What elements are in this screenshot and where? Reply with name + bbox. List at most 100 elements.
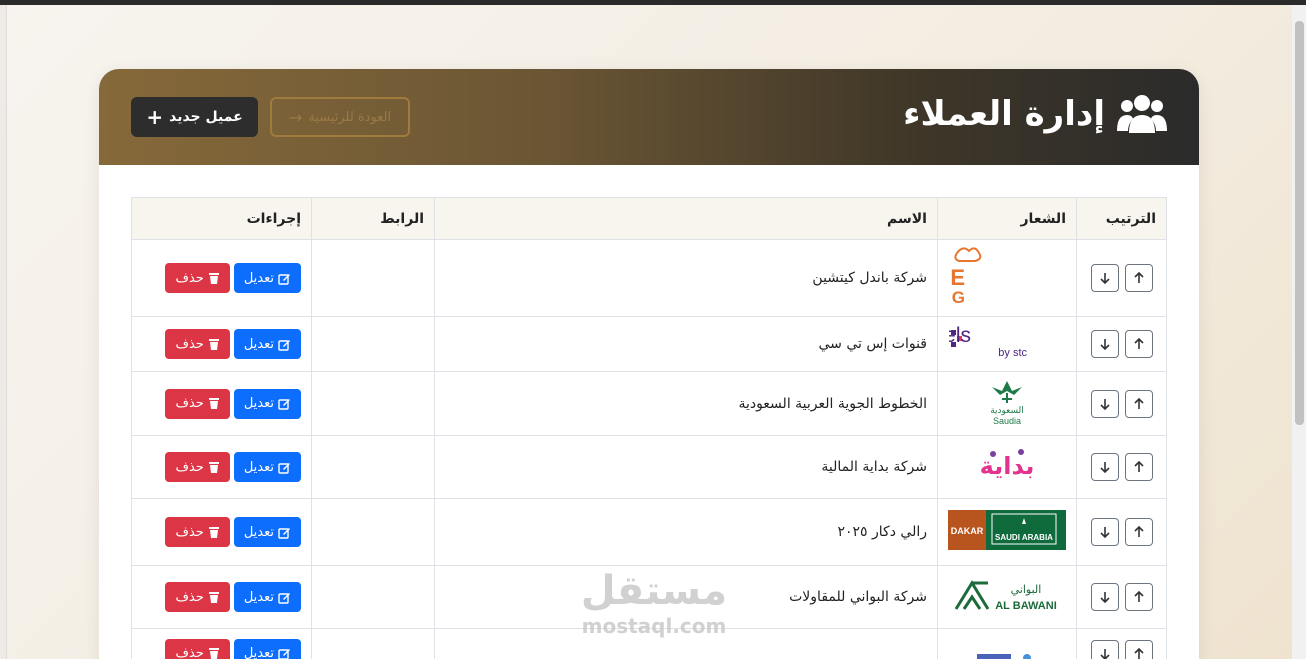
edit-button[interactable]: تعديل xyxy=(233,263,301,293)
delete-button[interactable]: حذف xyxy=(165,329,230,359)
logo-cell: بداية xyxy=(937,435,1077,499)
mostaql-watermark: مستقل mostaql.com xyxy=(574,568,734,638)
actions-cell: تعديل حذف xyxy=(131,371,312,436)
partial-logo xyxy=(967,650,1047,659)
edit-label: تعديل xyxy=(243,646,274,659)
move-down-button[interactable] xyxy=(1090,583,1119,611)
users-icon xyxy=(1117,95,1167,133)
move-up-button[interactable] xyxy=(1124,583,1153,611)
client-name-cell: شركة باندل كيتشين xyxy=(434,239,938,317)
channels-stc-logo: channels by stc xyxy=(887,324,1065,364)
edit-icon xyxy=(278,527,290,539)
back-home-button[interactable]: العودة للرئيسية → xyxy=(270,97,410,137)
edit-label: تعديل xyxy=(243,336,274,352)
edit-button[interactable]: تعديل xyxy=(233,517,301,547)
arrow-right-icon: → xyxy=(288,107,303,127)
delete-label: حذف xyxy=(175,646,204,659)
delete-button[interactable]: حذف xyxy=(165,638,230,659)
move-up-button[interactable] xyxy=(1124,453,1153,481)
column-header-link: الرابط xyxy=(311,197,435,240)
delete-label: حذف xyxy=(175,336,204,352)
delete-button[interactable]: حذف xyxy=(165,263,230,293)
arrow-up-icon xyxy=(1133,647,1144,659)
move-up-button[interactable] xyxy=(1124,639,1153,659)
logo-cell: channels by stc xyxy=(887,316,1077,372)
watermark-latin: mostaql.com xyxy=(581,614,727,638)
edit-button[interactable]: تعديل xyxy=(233,582,301,612)
move-up-button[interactable] xyxy=(1124,389,1153,418)
edit-button[interactable]: تعديل xyxy=(233,452,301,482)
trash-icon xyxy=(208,591,219,603)
client-name-cell: قنوات إس تي سي xyxy=(434,316,938,372)
client-link-cell xyxy=(311,628,435,659)
table-row: السعودية Saudia الخطوط الجوية العربية السع… xyxy=(131,371,1167,436)
trash-icon xyxy=(208,338,219,350)
watermark-arabic: مستقل xyxy=(580,568,728,614)
arrow-down-icon xyxy=(1099,273,1110,285)
arrow-down-icon xyxy=(1099,527,1110,539)
bundle-catering-logo: BUNDLECATERING xyxy=(873,247,1063,311)
delete-label: حذف xyxy=(175,459,204,475)
client-link-cell xyxy=(311,239,435,317)
saudia-logo: السعودية Saudia xyxy=(982,380,1032,431)
delete-button[interactable]: حذف xyxy=(165,452,230,482)
order-cell xyxy=(1076,435,1167,499)
svg-text:by stc: by stc xyxy=(998,347,1027,359)
edit-label: تعديل xyxy=(243,589,274,605)
delete-button[interactable]: حذف xyxy=(165,517,230,547)
trash-icon xyxy=(208,272,219,284)
client-link-cell xyxy=(311,498,435,566)
column-header-logo: الشعار xyxy=(937,197,1077,240)
edit-icon xyxy=(278,592,290,604)
move-down-button[interactable] xyxy=(1090,330,1119,358)
edit-icon xyxy=(278,273,290,285)
logo-cell xyxy=(937,628,1077,659)
logo-cell: السعودية Saudia xyxy=(937,371,1077,436)
order-cell xyxy=(1076,565,1167,629)
svg-text:بداية: بداية xyxy=(981,452,1033,480)
page-title: إدارة العملاء xyxy=(903,94,1105,134)
dakar-saudi-logo: DAKAR SAUDI ARABIA xyxy=(948,510,1066,554)
move-down-button[interactable] xyxy=(1090,518,1119,546)
delete-label: حذف xyxy=(175,589,204,605)
client-link-cell xyxy=(311,565,435,629)
client-name-cell: رالي دكار ٢٠٢٥ xyxy=(434,498,938,566)
delete-button[interactable]: حذف xyxy=(165,388,230,419)
actions-cell: تعديل حذف xyxy=(131,565,312,629)
actions-cell: تعديل حذف xyxy=(131,498,312,566)
move-down-button[interactable] xyxy=(1090,264,1119,292)
edit-button[interactable]: تعديل xyxy=(233,329,301,359)
new-client-button[interactable]: عميل جديد + xyxy=(131,97,258,137)
svg-text:Saudia: Saudia xyxy=(993,416,1021,426)
client-name-cell: الخطوط الجوية العربية السعودية xyxy=(434,371,938,436)
edit-label: تعديل xyxy=(243,524,274,540)
bidaya-logo: بداية xyxy=(980,449,1034,492)
actions-cell: تعديل حذف xyxy=(131,628,312,659)
move-down-button[interactable] xyxy=(1090,389,1119,418)
svg-text:DAKAR: DAKAR xyxy=(951,526,984,536)
client-link-cell xyxy=(311,316,435,372)
column-header-order: الترتيب xyxy=(1076,197,1167,240)
move-up-button[interactable] xyxy=(1124,330,1153,358)
edit-button[interactable]: تعديل xyxy=(233,388,301,419)
move-down-button[interactable] xyxy=(1090,639,1119,659)
move-up-button[interactable] xyxy=(1124,264,1153,292)
move-up-button[interactable] xyxy=(1124,518,1153,546)
move-down-button[interactable] xyxy=(1090,453,1119,481)
new-client-label: عميل جديد xyxy=(169,109,243,125)
delete-button[interactable]: حذف xyxy=(165,582,230,612)
scrollbar-thumb[interactable] xyxy=(1295,21,1304,425)
trash-icon xyxy=(208,461,219,473)
svg-text:SAUDI ARABIA: SAUDI ARABIA xyxy=(995,533,1053,542)
svg-text:BUNDLE: BUNDLE xyxy=(951,265,965,290)
page-scrollbar[interactable] xyxy=(1292,5,1306,659)
arrow-up-icon xyxy=(1133,397,1144,409)
svg-text:CATERING: CATERING xyxy=(951,288,965,307)
order-cell xyxy=(1076,371,1167,436)
arrow-up-icon xyxy=(1133,337,1144,349)
edit-button[interactable]: تعديل xyxy=(233,638,301,659)
title-group: إدارة العملاء xyxy=(903,93,1167,135)
card-header: إدارة العملاء عميل جديد + العودة للرئيسي… xyxy=(99,69,1199,165)
order-cell xyxy=(1076,498,1167,566)
table-header-row: الترتيب الشعار الاسم الرابط إجراءات xyxy=(131,197,1167,240)
